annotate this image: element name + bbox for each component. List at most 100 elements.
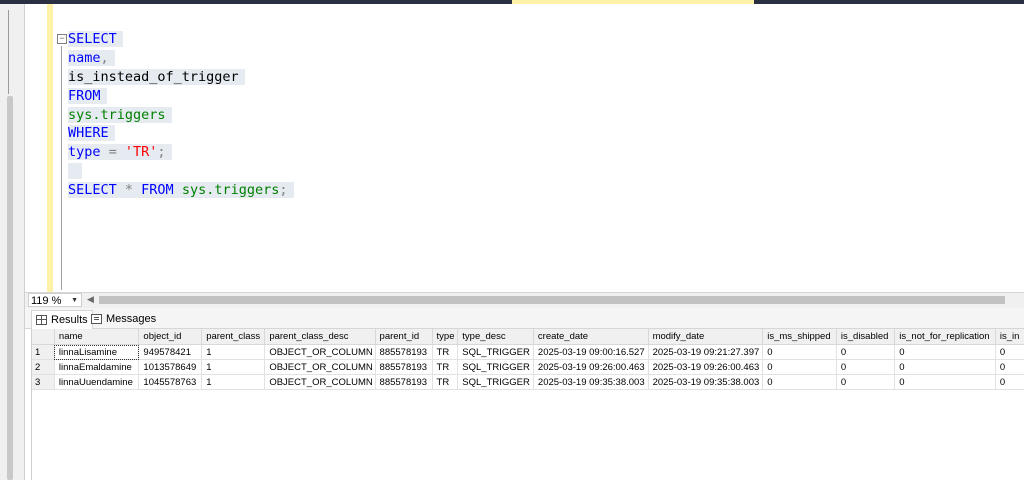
code-line[interactable]: FROM bbox=[68, 87, 294, 106]
grid-cell[interactable]: 885578193 bbox=[375, 374, 433, 390]
selected-text: SELECT bbox=[68, 31, 123, 47]
grid-cell[interactable]: 1045578763 bbox=[138, 374, 203, 390]
code-token: SELECT bbox=[68, 182, 117, 199]
code-token: , bbox=[100, 49, 109, 66]
column-header[interactable]: is_in bbox=[995, 329, 1024, 345]
vertical-scrollbar[interactable] bbox=[7, 96, 13, 480]
zoom-value: 119 % bbox=[31, 295, 62, 307]
row-number-header[interactable] bbox=[32, 329, 55, 345]
column-header[interactable]: is_not_for_replication bbox=[894, 329, 996, 345]
table-row[interactable]: 1 linnaLisamine 949578421 1 OBJECT_OR_COLUMN… bbox=[32, 344, 1024, 360]
code-line[interactable]: SELECT bbox=[68, 30, 294, 49]
grid-cell[interactable]: 2025-03-19 09:26:00.463 bbox=[648, 359, 764, 375]
query-editor[interactable]: − SELECT name, is_instead_of_trigger FROM sy… bbox=[25, 4, 1024, 292]
grid-cell[interactable]: 0 bbox=[762, 359, 837, 375]
zoom-dropdown[interactable]: 119 % ▼ bbox=[28, 293, 82, 307]
table-row[interactable]: 3 linnaUuendamine 1045578763 1 OBJECT_OR_COL… bbox=[32, 374, 1024, 390]
code-token: FROM bbox=[141, 182, 174, 199]
code-token: ; bbox=[157, 144, 166, 161]
grid-cell[interactable]: 2025-03-19 09:35:38.003 bbox=[648, 374, 764, 390]
code-line[interactable]: WHERE bbox=[68, 124, 294, 143]
grid-cell[interactable]: 1013578649 bbox=[138, 359, 203, 375]
grid-cell[interactable]: TR bbox=[432, 359, 459, 375]
grid-cell[interactable]: linnaUuendamine bbox=[54, 374, 140, 390]
code-line[interactable]: SELECT * FROM sys.triggers; bbox=[68, 181, 294, 200]
grid-cell[interactable]: SQL_TRIGGER bbox=[457, 374, 534, 390]
code-token: type bbox=[68, 144, 101, 161]
grid-cell[interactable]: OBJECT_OR_COLUMN bbox=[264, 359, 376, 375]
selected-text bbox=[68, 163, 83, 180]
tab-messages-label: Messages bbox=[106, 313, 157, 325]
column-header[interactable]: is_ms_shipped bbox=[762, 329, 837, 345]
grid-cell[interactable]: 949578421 bbox=[138, 344, 203, 360]
grid-cell[interactable]: 2025-03-19 09:21:27.397 bbox=[648, 344, 764, 360]
column-header[interactable]: parent_id bbox=[375, 329, 433, 345]
grid-cell[interactable]: 0 bbox=[762, 374, 837, 390]
code-line[interactable] bbox=[68, 162, 294, 181]
grid-cell[interactable]: TR bbox=[432, 344, 459, 360]
tab-messages[interactable]: Messages bbox=[87, 310, 160, 328]
code-line[interactable]: sys.triggers bbox=[68, 106, 294, 125]
selected-text: WHERE bbox=[68, 125, 115, 142]
column-header[interactable]: modify_date bbox=[648, 329, 764, 345]
column-header[interactable]: type bbox=[432, 329, 459, 345]
results-grid-area: name object_id parent_class parent_class_de… bbox=[31, 329, 1024, 480]
column-header[interactable]: parent_class_desc bbox=[264, 329, 376, 345]
code-line[interactable]: type = 'TR'; bbox=[68, 143, 294, 162]
grid-cell[interactable]: 0 bbox=[995, 359, 1024, 375]
table-row[interactable]: 2 linnaEmaldamine 1013578649 1 OBJECT_OR_COL… bbox=[32, 359, 1024, 375]
column-header[interactable]: is_disabled bbox=[836, 329, 896, 345]
grid-cell[interactable]: OBJECT_OR_COLUMN bbox=[264, 374, 376, 390]
grid-cell[interactable]: 0 bbox=[762, 344, 837, 360]
grid-cell[interactable]: 0 bbox=[894, 344, 996, 360]
code-token: = bbox=[100, 144, 125, 161]
grid-cell[interactable]: SQL_TRIGGER bbox=[457, 359, 534, 375]
grid-cell[interactable]: 0 bbox=[995, 344, 1024, 360]
column-header[interactable]: parent_class bbox=[201, 329, 266, 345]
messages-icon bbox=[91, 314, 102, 325]
grid-cell[interactable]: TR bbox=[432, 374, 459, 390]
grid-cell[interactable]: 2025-03-19 09:00:16.527 bbox=[533, 344, 649, 360]
horizontal-scrollbar-thumb[interactable] bbox=[99, 296, 1005, 304]
row-number[interactable]: 3 bbox=[32, 374, 55, 390]
grid-cell[interactable]: 1 bbox=[201, 359, 266, 375]
grid-cell[interactable]: 0 bbox=[995, 374, 1024, 390]
grid-cell[interactable]: linnaLisamine bbox=[54, 344, 140, 360]
row-number[interactable]: 2 bbox=[32, 359, 55, 375]
code-token: sys.triggers bbox=[68, 106, 166, 123]
chevron-down-icon[interactable]: ▼ bbox=[71, 294, 78, 308]
grid-cell[interactable]: SQL_TRIGGER bbox=[457, 344, 534, 360]
column-header[interactable]: type_desc bbox=[457, 329, 534, 345]
grid-cell[interactable]: 0 bbox=[894, 374, 996, 390]
grid-cell[interactable]: 0 bbox=[836, 344, 896, 360]
grid-cell[interactable]: 885578193 bbox=[375, 359, 433, 375]
grid-cell[interactable]: 0 bbox=[836, 359, 896, 375]
column-header[interactable]: object_id bbox=[138, 329, 203, 345]
column-header[interactable]: create_date bbox=[533, 329, 649, 345]
selected-text: SELECT * FROM sys.triggers; bbox=[68, 182, 294, 199]
grid-cell[interactable]: 2025-03-19 09:35:38.003 bbox=[533, 374, 649, 390]
tab-results[interactable]: Results bbox=[31, 310, 93, 329]
collapse-icon[interactable]: − bbox=[57, 34, 67, 44]
left-gutter bbox=[0, 4, 25, 480]
grid-cell[interactable]: 2025-03-19 09:26:00.463 bbox=[533, 359, 649, 375]
code-area[interactable]: SELECT name, is_instead_of_trigger FROM sys.… bbox=[68, 30, 294, 200]
code-token: is_instead_of_trigger bbox=[68, 68, 239, 85]
selected-text: sys.triggers bbox=[68, 106, 172, 123]
grid-cell[interactable]: 0 bbox=[894, 359, 996, 375]
grid-cell[interactable]: OBJECT_OR_COLUMN bbox=[264, 344, 376, 360]
column-header[interactable]: name bbox=[54, 329, 140, 345]
results-grid[interactable]: name object_id parent_class parent_class_de… bbox=[32, 329, 1024, 390]
row-number[interactable]: 1 bbox=[32, 344, 55, 360]
grid-cell[interactable]: 0 bbox=[836, 374, 896, 390]
grid-cell[interactable]: linnaEmaldamine bbox=[54, 359, 140, 375]
selected-text: FROM bbox=[68, 87, 107, 104]
grid-cell[interactable]: 885578193 bbox=[375, 344, 433, 360]
grid-cell[interactable]: 1 bbox=[201, 344, 266, 360]
code-line[interactable]: is_instead_of_trigger bbox=[68, 68, 294, 87]
grid-cell[interactable]: 1 bbox=[201, 374, 266, 390]
results-tab-bar: Results Messages bbox=[25, 308, 1024, 329]
scroll-left-icon[interactable]: ◀ bbox=[87, 294, 94, 305]
code-line[interactable]: name, bbox=[68, 49, 294, 68]
